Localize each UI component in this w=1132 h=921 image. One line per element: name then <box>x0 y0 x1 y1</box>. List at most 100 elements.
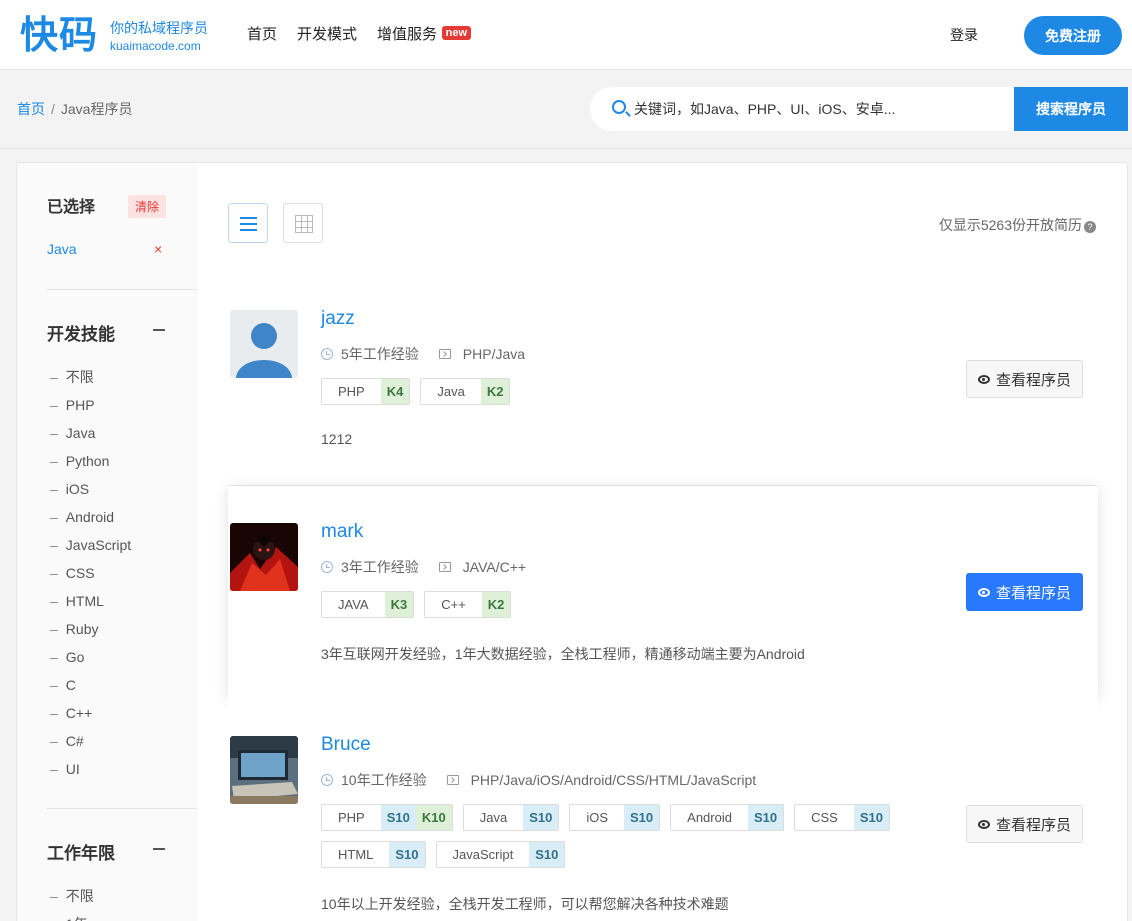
skill-option[interactable]: – Android <box>50 503 131 531</box>
top-header: 快码 你的私域程序员 kuaimacode.com 首页 开发模式 增值服务 n… <box>0 0 1132 70</box>
list-view-icon <box>240 229 257 231</box>
selected-filters-title: 已选择 <box>47 199 96 216</box>
skills-group-title: 开发技能 <box>47 325 115 344</box>
nav-dev-mode[interactable]: 开发模式 <box>297 24 357 46</box>
view-programmer-button[interactable]: 查看程序员 <box>966 573 1083 611</box>
terminal-icon <box>438 562 451 572</box>
skill-tag: CSS S10 <box>794 804 890 831</box>
skill-tag-name: C++ <box>425 592 482 617</box>
skill-tag: Java S10 <box>462 804 560 831</box>
skill-tag: PHP K4 <box>321 378 411 405</box>
new-badge: new <box>441 26 472 40</box>
skill-option-label: Go <box>65 649 85 665</box>
skill-option[interactable]: – C# <box>50 727 131 755</box>
skill-tag-name: PHP <box>322 805 381 830</box>
skill-option[interactable]: – Python <box>50 447 131 475</box>
skill-option[interactable]: – JavaScript <box>50 531 131 559</box>
skill-option[interactable]: – Ruby <box>50 615 131 643</box>
skill-option[interactable]: – 不限 <box>50 363 131 391</box>
experience-text: 10年工作经验 <box>341 772 427 788</box>
skill-option[interactable]: – UI <box>50 755 131 783</box>
avatar[interactable] <box>230 310 298 378</box>
skill-option[interactable]: – Go <box>50 643 131 671</box>
breadcrumb-separator: / <box>51 101 55 117</box>
years-option-label: 1年 <box>66 916 88 921</box>
grid-view-button[interactable] <box>283 203 323 243</box>
skill-level: K3 <box>384 592 414 617</box>
skill-tag: PHP S10 K10 <box>321 804 453 831</box>
login-link[interactable]: 登录 <box>950 25 978 45</box>
skill-option-label: iOS <box>65 481 90 497</box>
programmer-meta: 10年工作经验 PHP/Java/iOS/Android/CSS/HTML/Ja… <box>321 770 756 790</box>
search-button[interactable]: 搜索程序员 <box>1014 87 1128 131</box>
skill-tag: C++ K2 <box>424 591 512 618</box>
remove-filter-icon[interactable]: × <box>154 241 162 257</box>
list-view-icon <box>240 217 257 219</box>
register-button[interactable]: 免费注册 <box>1024 16 1122 55</box>
view-programmer-button[interactable]: 查看程序员 <box>966 805 1083 843</box>
programmer-name[interactable]: Bruce <box>321 734 371 756</box>
skills-list: – 不限 – PHP – Java – Python – iOS – Android – Ja… <box>50 363 131 783</box>
nav-value-services[interactable]: 增值服务 new <box>377 24 472 46</box>
dash-icon: – <box>50 916 58 921</box>
nav-home[interactable]: 首页 <box>247 24 277 46</box>
logo[interactable]: 快码 <box>20 12 98 58</box>
skill-level: S10 <box>747 805 784 830</box>
avatar[interactable] <box>230 523 298 591</box>
skill-level: K2 <box>481 592 511 617</box>
clock-icon <box>321 561 333 573</box>
skill-option[interactable]: – iOS <box>50 475 131 503</box>
programmer-card: Bruce 10年工作经验 PHP/Java/iOS/Android/CSS/H… <box>228 698 1098 921</box>
experience-text: 3年工作经验 <box>341 559 419 575</box>
skill-tag-name: Java <box>463 805 524 830</box>
programmer-name[interactable]: mark <box>321 521 363 543</box>
years-option[interactable]: – 1年 <box>50 910 94 921</box>
years-group-title: 工作年限 <box>47 844 115 863</box>
clear-filters-button[interactable]: 清除 <box>128 195 167 218</box>
skill-option-label: C# <box>65 733 84 749</box>
dash-icon: – <box>50 537 58 553</box>
dash-icon: – <box>50 888 58 904</box>
years-list: –不限 –1年 <box>50 882 94 921</box>
skill-option[interactable]: – C <box>50 671 131 699</box>
help-icon[interactable]: ? <box>1084 221 1096 233</box>
years-option-label: 不限 <box>65 888 94 904</box>
skill-tags: PHP S10 K10 Java S10 iOS S10 Android S10 CSS S… <box>321 804 901 868</box>
programmer-description: 3年互联网开发经验，1年大数据经验，全栈工程师，精通移动端主要为Android <box>321 646 805 662</box>
skill-option[interactable]: – C++ <box>50 699 131 727</box>
list-view-button[interactable] <box>228 203 268 243</box>
search-input[interactable] <box>634 98 994 120</box>
skill-level: S10 <box>389 842 425 867</box>
skill-option-label: Ruby <box>65 621 99 637</box>
skill-level: S10 <box>380 805 416 830</box>
skill-level: K10 <box>415 805 452 830</box>
breadcrumb-bar: 首页 / Java程序员 搜索程序员 <box>0 71 1132 149</box>
skill-option[interactable]: – HTML <box>50 587 131 615</box>
avatar[interactable] <box>230 736 298 804</box>
results-area: 仅显示5263份开放简历? jazz 5年工作经验 PHP/Java PHP K4… <box>198 163 1127 921</box>
collapse-skills-icon[interactable] <box>153 329 165 331</box>
breadcrumb: 首页 / Java程序员 <box>17 99 132 119</box>
collapse-years-icon[interactable] <box>153 848 165 850</box>
programmer-meta: 3年工作经验 JAVA/C++ <box>321 557 526 577</box>
skill-option[interactable]: – CSS <box>50 559 131 587</box>
programmer-card: mark 3年工作经验 JAVA/C++ JAVA K3 C++ K2 3年互联网开… <box>228 486 1098 698</box>
programmer-name[interactable]: jazz <box>321 308 355 330</box>
skill-option-label: 不限 <box>65 369 94 385</box>
eye-icon <box>977 587 990 597</box>
tech-stack-text: PHP/Java/iOS/Android/CSS/HTML/JavaScript <box>470 772 757 788</box>
skill-tag-name: iOS <box>570 805 625 830</box>
years-option[interactable]: – 不限 <box>50 882 94 910</box>
eye-icon <box>977 374 990 384</box>
skill-option[interactable]: – Java <box>50 419 131 447</box>
breadcrumb-home[interactable]: 首页 <box>17 101 45 117</box>
view-programmer-button[interactable]: 查看程序员 <box>966 360 1083 398</box>
dash-icon: – <box>50 453 58 469</box>
skill-level: S10 <box>523 805 559 830</box>
skill-option-label: Java <box>65 425 96 441</box>
programmer-meta: 5年工作经验 PHP/Java <box>321 344 525 364</box>
clock-icon <box>321 348 333 360</box>
clock-icon <box>321 774 333 786</box>
programmer-description: 1212 <box>321 431 353 447</box>
skill-option[interactable]: – PHP <box>50 391 131 419</box>
